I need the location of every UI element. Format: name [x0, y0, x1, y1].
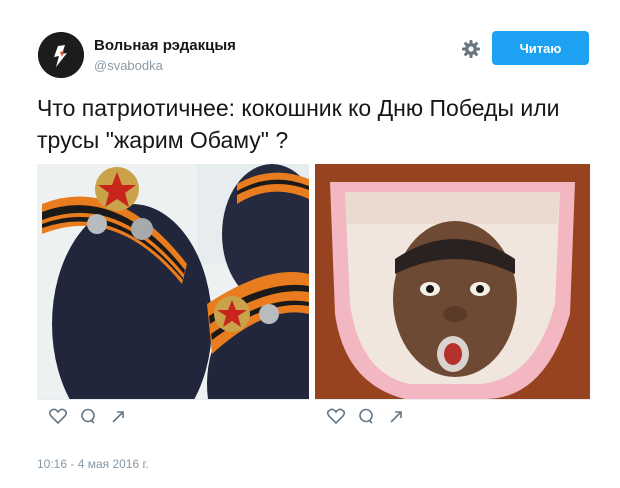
author-handle[interactable]: @svabodka — [94, 58, 163, 73]
comment-icon[interactable] — [79, 408, 97, 424]
author-name[interactable]: Вольная рэдакцыя — [94, 37, 236, 54]
photo-actions — [37, 399, 309, 439]
follow-button[interactable]: Читаю — [492, 31, 589, 65]
tweet-text: Что патриотичнее: кокошник ко Дню Победы… — [37, 95, 560, 153]
gear-icon[interactable] — [460, 38, 482, 60]
avatar[interactable] — [38, 32, 84, 78]
heart-icon[interactable] — [327, 408, 345, 424]
comment-icon[interactable] — [357, 408, 375, 424]
tweet-photo-left[interactable] — [37, 164, 309, 439]
headband-photo — [37, 164, 309, 439]
tweet-timestamp[interactable]: 10:16 - 4 мая 2016 г. — [37, 457, 149, 471]
share-icon[interactable] — [387, 408, 405, 424]
underwear-photo — [315, 164, 590, 399]
heart-icon[interactable] — [49, 408, 67, 424]
torch-logo-icon — [38, 32, 84, 78]
photo-actions — [315, 399, 590, 439]
tweet-photo-right[interactable] — [315, 164, 590, 439]
share-icon[interactable] — [109, 408, 127, 424]
